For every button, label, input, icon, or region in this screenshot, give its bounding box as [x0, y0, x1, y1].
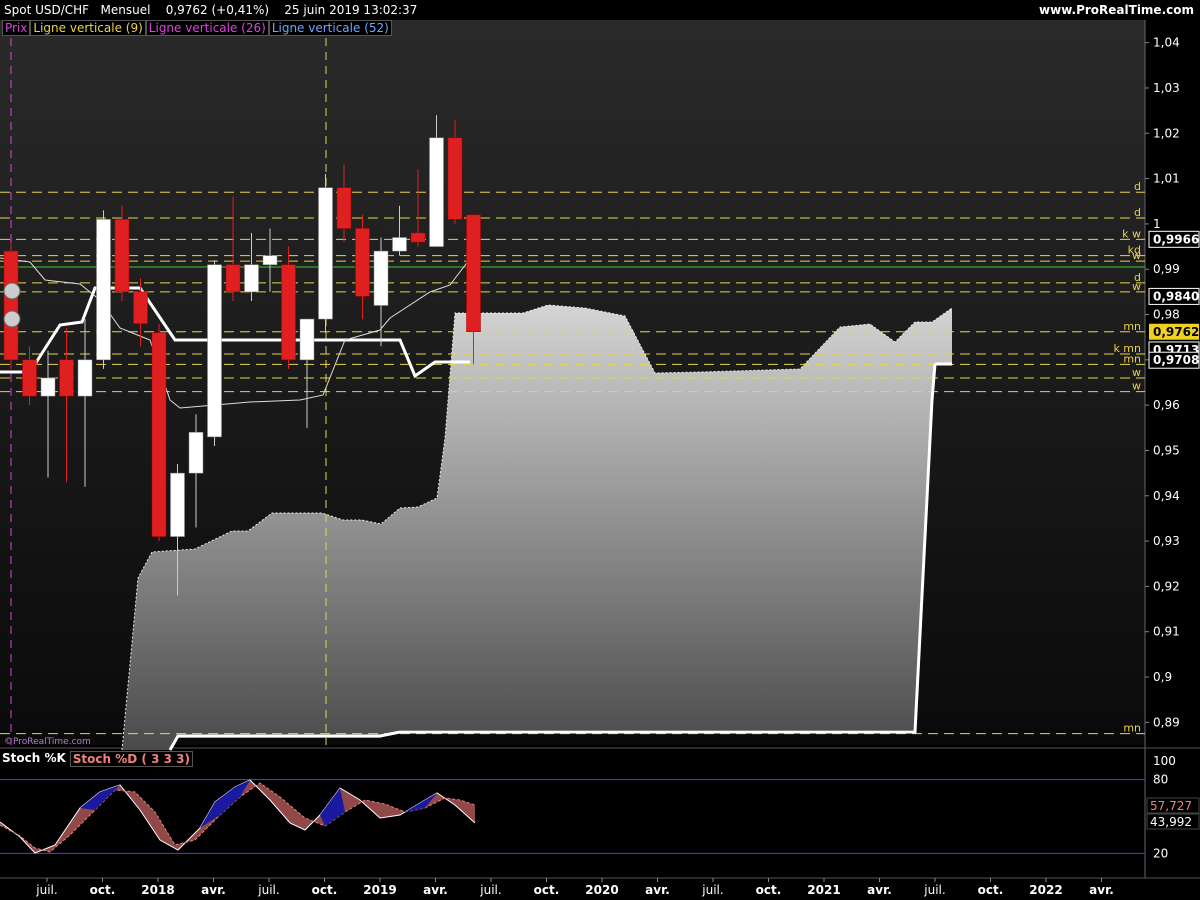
x-tick-label: oct. [756, 883, 782, 897]
candle-body [262, 255, 278, 265]
y-tick-label: 1,04 [1153, 36, 1180, 50]
x-tick-label: 2020 [585, 883, 618, 897]
candle-body [429, 137, 444, 247]
legend-vertical-26[interactable]: Ligne verticale (26) [145, 20, 269, 36]
level-label: mn [1123, 722, 1141, 735]
y-tick-label: 1,02 [1153, 126, 1180, 140]
candle-body [244, 264, 259, 293]
legend-prix[interactable]: Prix [2, 20, 31, 36]
y-tick-label: 0,91 [1153, 625, 1180, 639]
candle-body [318, 187, 333, 320]
level-label: d [1134, 180, 1141, 193]
level-label: w [1132, 280, 1141, 293]
x-tick-label: avr. [867, 883, 892, 897]
level-label: w [1132, 249, 1141, 262]
x-tick-label: avr. [201, 883, 226, 897]
stoch-tick-label: 20 [1153, 846, 1168, 860]
candle-body [373, 250, 389, 306]
legend-vertical-52[interactable]: Ligne verticale (52) [268, 20, 392, 36]
alert-icon [3, 310, 21, 328]
y-tick-label: 1,03 [1153, 81, 1180, 95]
level-label: w [1132, 366, 1141, 379]
price-label: 0,9966 [1153, 232, 1199, 246]
x-tick-label: juil. [701, 883, 723, 897]
y-tick-label: 0,92 [1153, 579, 1180, 593]
candle-body [3, 250, 19, 361]
candle-body [410, 232, 426, 243]
x-tick-label: avr. [1089, 883, 1114, 897]
x-tick-label: juil. [479, 883, 501, 897]
x-tick-label: oct. [534, 883, 560, 897]
candle-body [22, 359, 37, 397]
stoch-plot-area [0, 755, 1145, 878]
stoch-value-label: 57,727 [1150, 799, 1192, 813]
candle-body [392, 237, 407, 252]
x-tick-label: avr. [423, 883, 448, 897]
candle-body [77, 359, 93, 397]
x-tick-label: avr. [645, 883, 670, 897]
candle-body [133, 291, 148, 324]
level-label: mn [1123, 320, 1141, 333]
y-tick-label: 0,89 [1153, 715, 1180, 729]
price-legend: Prix Ligne verticale (9) Ligne verticale… [2, 20, 392, 36]
legend-vertical-9[interactable]: Ligne verticale (9) [30, 20, 146, 36]
alert-icon [3, 282, 21, 300]
y-tick-label: 0,96 [1153, 398, 1180, 412]
candle-body [151, 332, 167, 537]
x-tick-label: juil. [35, 883, 57, 897]
x-tick-label: 2018 [141, 883, 174, 897]
level-label: d [1134, 206, 1141, 219]
y-tick-label: 0,9 [1153, 670, 1172, 684]
x-tick-label: 2019 [363, 883, 396, 897]
price-label: 0,9762 [1153, 325, 1199, 339]
candle-body [59, 359, 74, 397]
legend-stoch-k[interactable]: Stoch %K [2, 751, 66, 767]
y-tick-label: 1 [1153, 217, 1161, 231]
y-tick-label: 0,99 [1153, 262, 1180, 276]
candle-body [225, 264, 241, 293]
y-tick-label: 0,94 [1153, 489, 1180, 503]
y-tick-label: 0,98 [1153, 308, 1180, 322]
level-label: k w [1122, 227, 1141, 240]
y-tick-label: 0,95 [1153, 443, 1180, 457]
level-label: mn [1123, 352, 1141, 365]
candle-body [299, 318, 315, 361]
stoch-tick-label: 80 [1153, 773, 1168, 787]
x-tick-label: oct. [90, 883, 116, 897]
price-label: 0,9840 [1153, 289, 1199, 303]
header-bar: Spot USD/CHF Mensuel 0,9762 (+0,41%) 25 … [0, 0, 1200, 20]
ticker-info: Spot USD/CHF Mensuel 0,9762 (+0,41%) 25 … [4, 3, 418, 17]
candle-body [447, 137, 463, 220]
candle-body [336, 187, 352, 229]
y-tick-label: 1,01 [1153, 172, 1180, 186]
x-tick-label: juil. [257, 883, 279, 897]
brand-link[interactable]: www.ProRealTime.com [1039, 3, 1194, 17]
stoch-tick-label: 100 [1153, 754, 1176, 768]
candle-body [355, 228, 370, 297]
x-tick-label: 2022 [1029, 883, 1062, 897]
candle-body [466, 214, 481, 332]
candle-body [40, 377, 56, 397]
candle-body [170, 472, 185, 537]
stoch-legend: Stoch %K Stoch %D ( 3 3 3) [2, 751, 193, 767]
candle-body [207, 264, 222, 438]
x-tick-label: juil. [923, 883, 945, 897]
watermark: ©ProRealTime.com [4, 737, 91, 747]
x-tick-label: 2021 [807, 883, 840, 897]
stoch-value-label: 43,992 [1150, 815, 1192, 829]
y-tick-label: 0,93 [1153, 534, 1180, 548]
level-label: w [1132, 380, 1141, 393]
price-label: 0,9708 [1153, 353, 1199, 367]
candle-body [96, 219, 111, 361]
candle-body [114, 219, 130, 293]
x-tick-label: oct. [978, 883, 1004, 897]
legend-stoch-d[interactable]: Stoch %D ( 3 3 3) [69, 751, 193, 767]
candle-body [188, 432, 204, 474]
candle-body [281, 264, 296, 361]
x-tick-label: oct. [312, 883, 338, 897]
